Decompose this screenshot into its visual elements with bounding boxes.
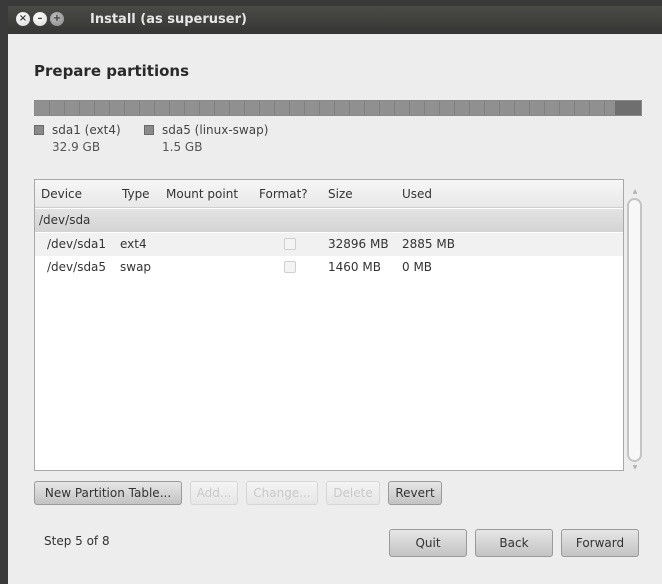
column-header-device[interactable]: Device — [41, 187, 82, 201]
legend-name: sda1 (ext4) — [52, 123, 121, 137]
column-header-type[interactable]: Type — [122, 187, 150, 201]
title-bar[interactable]: × – + Install (as superuser) — [8, 6, 662, 34]
format-checkbox[interactable] — [284, 238, 296, 250]
legend-size: 32.9 GB — [52, 140, 101, 154]
delete-partition-button[interactable]: Delete — [326, 481, 380, 505]
change-partition-button[interactable]: Change... — [246, 481, 318, 505]
revert-button[interactable]: Revert — [388, 481, 442, 505]
legend-name: sda5 (linux-swap) — [162, 123, 269, 137]
table-row[interactable]: /dev/sda5 swap 1460 MB 0 MB — [35, 256, 623, 279]
column-header-format[interactable]: Format? — [259, 187, 308, 201]
cell-type: swap — [120, 260, 152, 274]
table-header: Device Type Mount point Format? Size Use… — [35, 180, 623, 208]
table-scrollbar[interactable]: ▲ ▼ — [627, 188, 643, 471]
partition-bar — [34, 100, 642, 116]
legend-size: 1.5 GB — [162, 140, 203, 154]
add-partition-button[interactable]: Add... — [190, 481, 238, 505]
installer-window: × – + Install (as superuser) Prepare par… — [8, 6, 662, 584]
close-icon[interactable]: × — [16, 12, 30, 26]
cell-used: 2885 MB — [402, 237, 455, 251]
partition-table: Device Type Mount point Format? Size Use… — [34, 179, 624, 471]
table-group-row[interactable]: /dev/sda — [35, 209, 623, 232]
partition-segment-sda1 — [35, 101, 615, 115]
window-title: Install (as superuser) — [90, 12, 247, 27]
legend-swatch — [144, 125, 154, 135]
column-header-mount-point[interactable]: Mount point — [166, 187, 238, 201]
minimize-icon[interactable]: – — [33, 12, 47, 26]
table-row[interactable]: /dev/sda1 ext4 32896 MB 2885 MB — [35, 233, 623, 256]
scroll-thumb[interactable] — [627, 198, 642, 462]
scroll-down-arrow-icon[interactable]: ▼ — [631, 464, 639, 472]
column-header-size[interactable]: Size — [328, 187, 353, 201]
cell-size: 32896 MB — [328, 237, 389, 251]
partition-segment-sda5 — [614, 101, 641, 115]
scroll-up-arrow-icon[interactable]: ▲ — [631, 188, 639, 196]
cell-device: /dev/sda5 — [47, 260, 107, 274]
cell-type: ext4 — [120, 237, 147, 251]
legend-swatch — [34, 125, 44, 135]
quit-button[interactable]: Quit — [389, 529, 467, 557]
cell-device: /dev/sda1 — [47, 237, 107, 251]
forward-button[interactable]: Forward — [561, 529, 639, 557]
cell-size: 1460 MB — [328, 260, 381, 274]
format-checkbox[interactable] — [284, 261, 296, 273]
back-button[interactable]: Back — [475, 529, 553, 557]
cell-used: 0 MB — [402, 260, 433, 274]
page-title: Prepare partitions — [34, 62, 190, 80]
column-header-used[interactable]: Used — [402, 187, 432, 201]
step-indicator: Step 5 of 8 — [44, 534, 110, 548]
group-label: /dev/sda — [39, 213, 91, 227]
maximize-icon[interactable]: + — [50, 12, 64, 26]
new-partition-table-button[interactable]: New Partition Table... — [34, 481, 182, 505]
